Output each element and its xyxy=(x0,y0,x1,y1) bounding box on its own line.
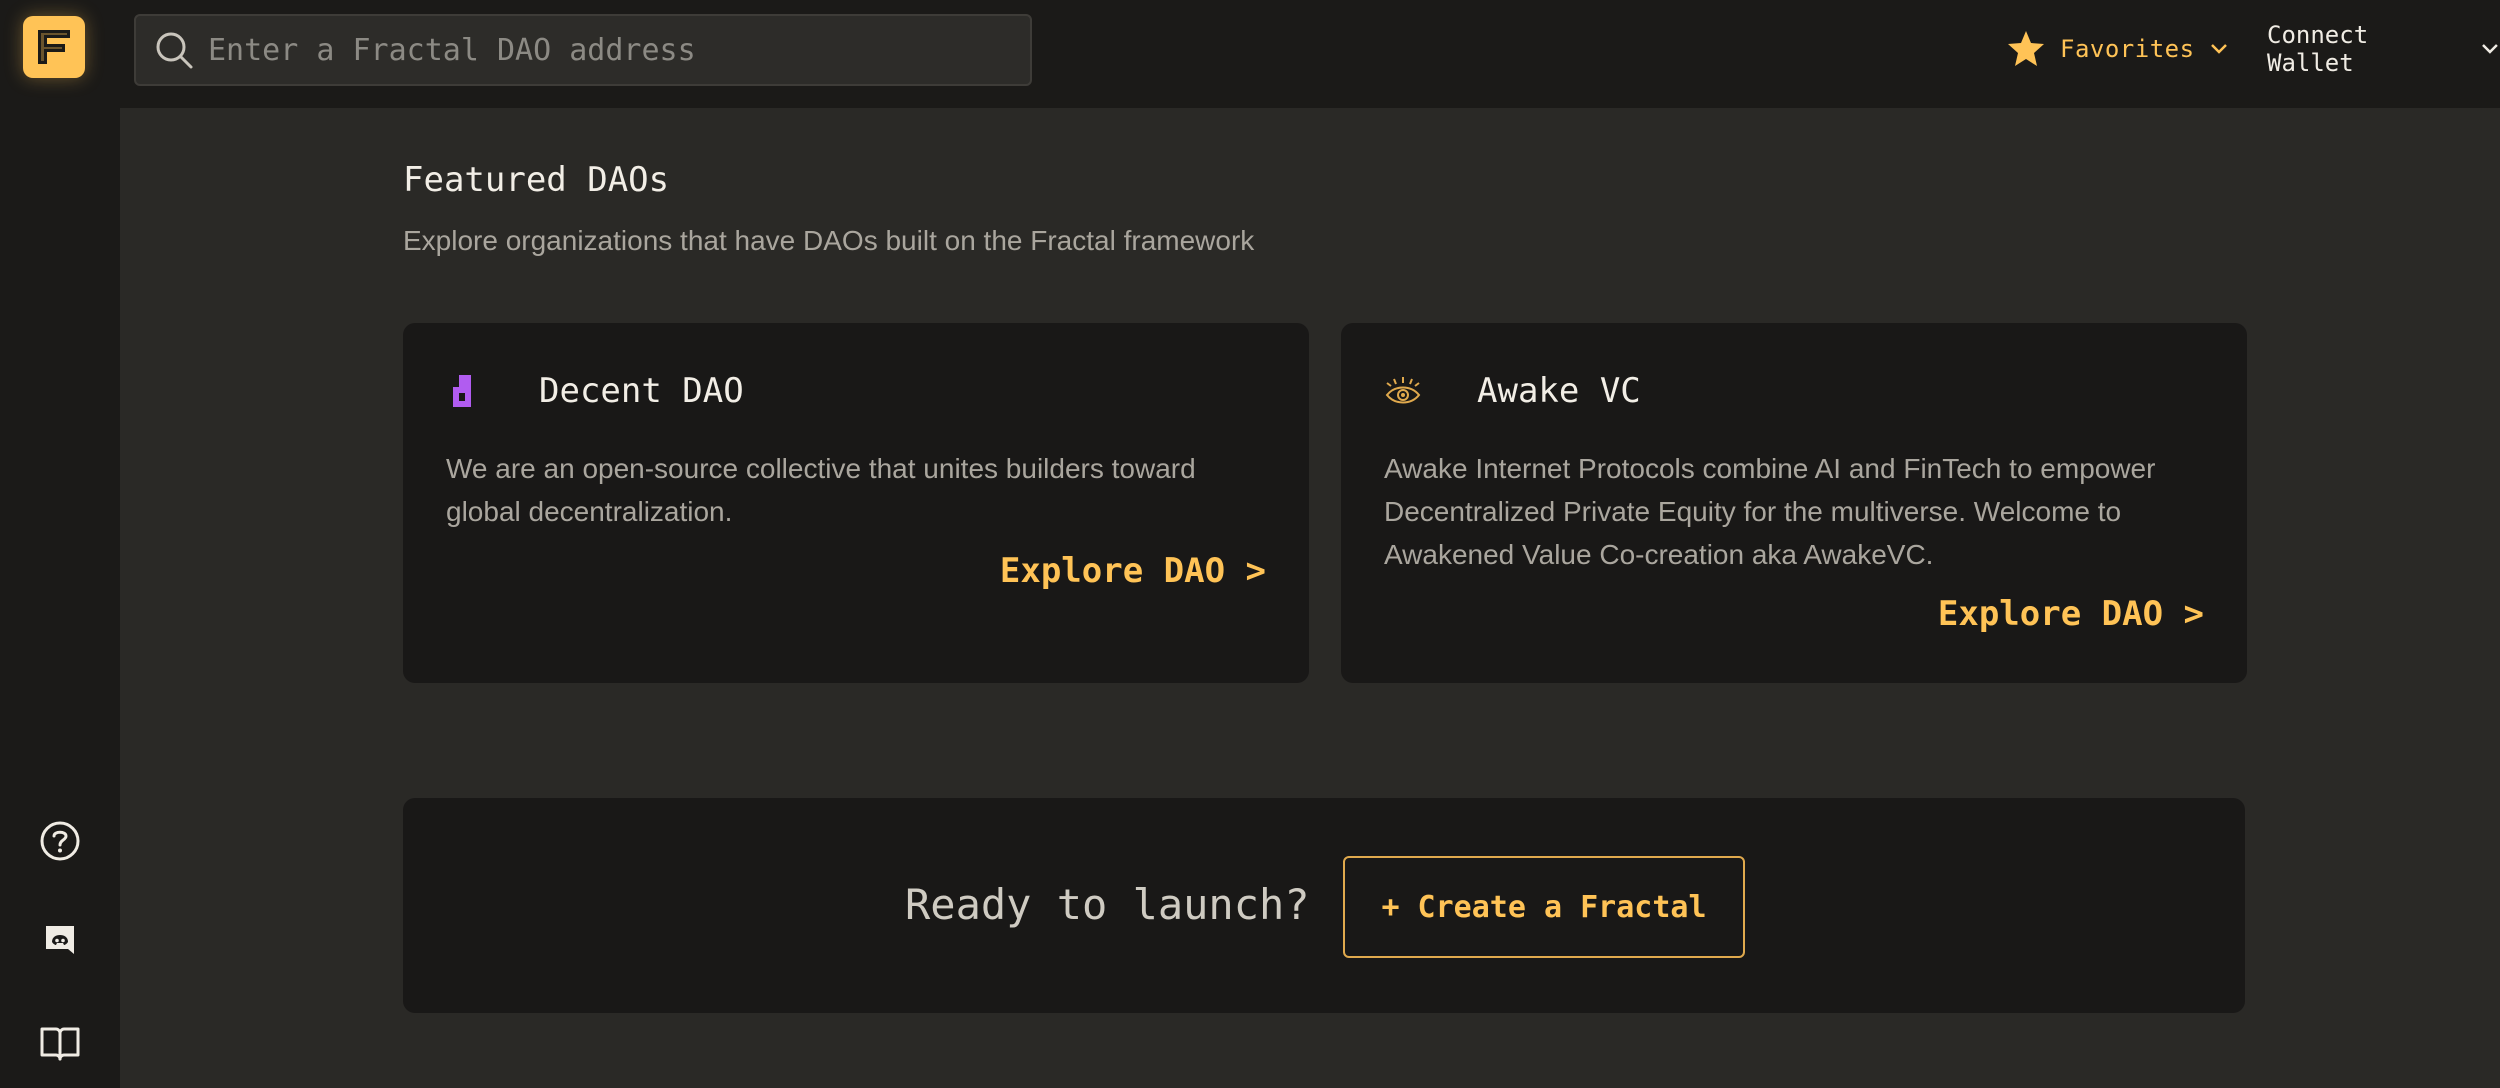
sidebar xyxy=(0,108,120,1088)
dao-card-title: Awake VC xyxy=(1477,371,1641,411)
search-input[interactable] xyxy=(208,20,1030,80)
favorites-dropdown[interactable]: Favorites xyxy=(2006,26,2229,72)
fractal-logo[interactable] xyxy=(23,16,85,78)
dao-card-description: Awake Internet Protocols combine AI and … xyxy=(1384,453,2156,570)
help-icon xyxy=(40,821,80,861)
create-fractal-button[interactable]: + Create a Fractal xyxy=(1343,856,1745,958)
launch-text: Ready to launch? xyxy=(905,880,1310,929)
discord-icon xyxy=(46,926,74,954)
decent-dao-logo-icon xyxy=(453,375,471,407)
connect-wallet-dropdown[interactable]: Connect Wallet xyxy=(2267,21,2500,77)
explore-dao-link[interactable]: Explore DAO > xyxy=(1000,551,1266,591)
docs-book-icon xyxy=(40,1027,80,1061)
explore-dao-link[interactable]: Explore DAO > xyxy=(1938,594,2204,634)
star-icon xyxy=(2008,31,2044,66)
discord-button[interactable] xyxy=(38,920,82,964)
chevron-down-icon xyxy=(2210,44,2227,54)
dao-card-decent: Decent DAO We are an open-source collect… xyxy=(403,323,1309,683)
featured-daos-title: Featured DAOs xyxy=(403,160,670,200)
dao-card-description: We are an open-source collective that un… xyxy=(446,453,1196,527)
search-icon xyxy=(156,32,193,69)
dao-card-title: Decent DAO xyxy=(539,371,744,411)
featured-daos-subtitle: Explore organizations that have DAOs bui… xyxy=(403,225,1255,256)
dao-card-awake: Awake VC Awake Internet Protocols combin… xyxy=(1341,323,2247,683)
launch-banner: Ready to launch? + Create a Fractal xyxy=(403,798,2245,1013)
awake-eye-icon xyxy=(1385,377,1421,404)
dao-search-bar[interactable] xyxy=(134,14,1032,86)
top-bar: Favorites Connect Wallet xyxy=(0,0,2500,108)
help-button[interactable] xyxy=(38,819,82,863)
docs-button[interactable] xyxy=(38,1021,82,1065)
fractal-logo-icon xyxy=(38,30,70,64)
favorites-label: Favorites xyxy=(2060,35,2195,63)
chevron-down-icon xyxy=(2482,44,2498,54)
connect-wallet-label: Connect Wallet xyxy=(2267,21,2369,77)
